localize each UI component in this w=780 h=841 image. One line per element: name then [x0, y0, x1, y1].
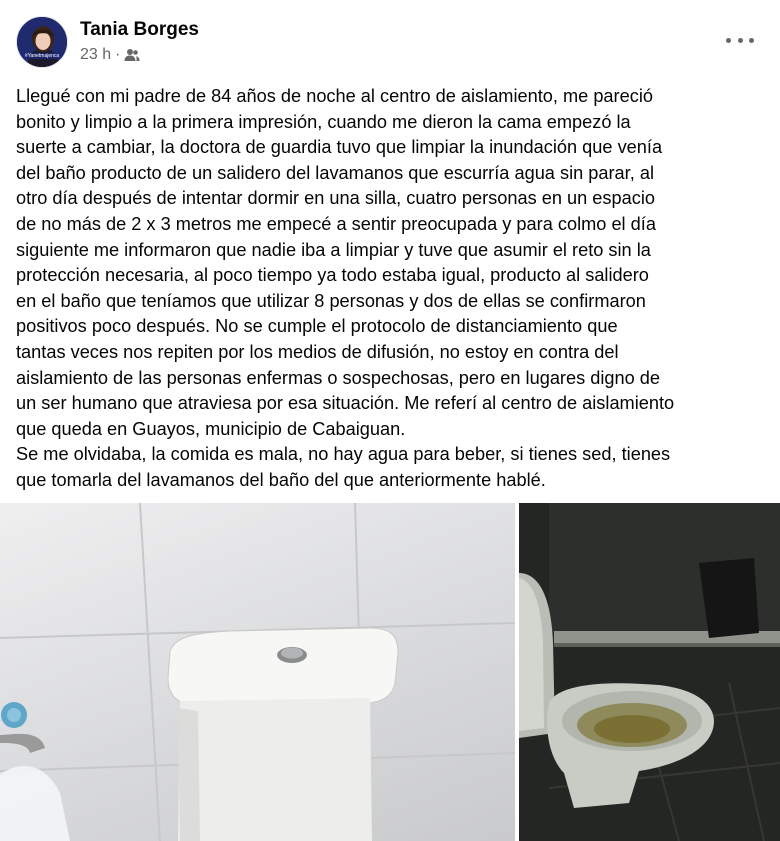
author-name-link[interactable]: Tania Borges: [80, 19, 199, 41]
meta-separator: ·: [115, 46, 121, 63]
photo-grid: [0, 503, 780, 841]
toilet-tank-photo[interactable]: [0, 503, 515, 841]
avatar-image: [17, 17, 67, 67]
post-meta: 23 h ·: [80, 46, 140, 64]
post-header: #Yanetmajenca Tania Borges 23 h ·: [0, 0, 780, 82]
more-options-icon[interactable]: [726, 30, 754, 50]
avatar-caption: #Yanetmajenca: [17, 53, 67, 59]
avatar[interactable]: #Yanetmajenca: [16, 16, 68, 68]
toilet-bowl-photo[interactable]: [519, 503, 780, 841]
post-text: Llegué con mi padre de 84 años de noche …: [16, 86, 675, 490]
post-timestamp-link[interactable]: 23 h: [80, 46, 111, 64]
friends-icon[interactable]: [124, 48, 140, 62]
